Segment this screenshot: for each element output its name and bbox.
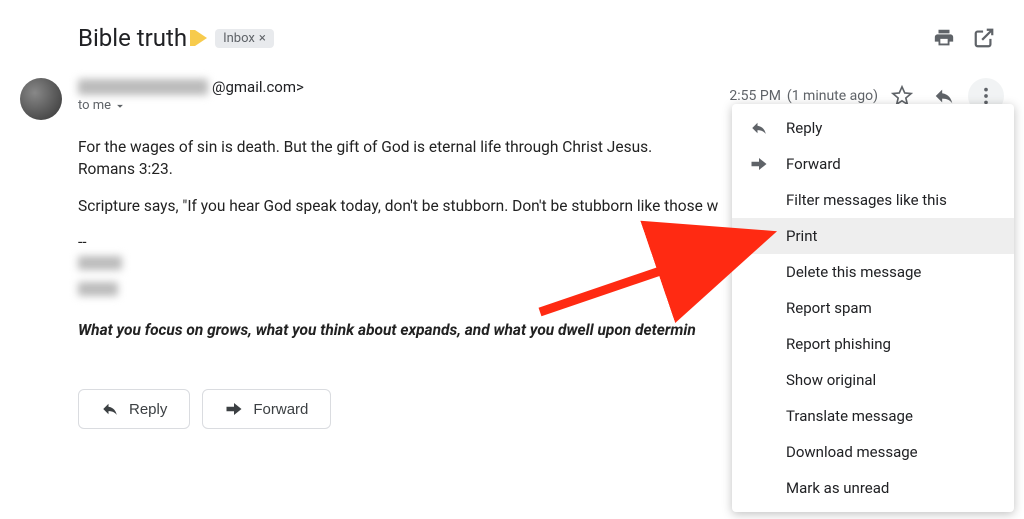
menu-item-filter[interactable]: Filter messages like this (732, 182, 1014, 218)
reply-button[interactable]: Reply (78, 389, 190, 429)
menu-item-phishing[interactable]: Report phishing (732, 326, 1014, 362)
subject: Bible truth (78, 24, 187, 52)
remove-label-icon[interactable]: × (259, 31, 266, 46)
label-text: Inbox (223, 31, 255, 46)
forward-button[interactable]: Forward (202, 389, 331, 429)
forward-arrow-icon (750, 155, 772, 173)
menu-item-label: Print (786, 227, 817, 245)
timestamp: 2:55 PM (729, 88, 781, 104)
body-line-2: Romans 3:23. (78, 160, 173, 178)
forward-arrow-icon (225, 400, 243, 418)
menu-item-label: Download message (786, 443, 918, 461)
avatar[interactable] (20, 78, 62, 120)
signature-line-2-redacted (78, 282, 118, 296)
message-header: Bible truth Inbox × (0, 0, 1024, 68)
menu-item-unread[interactable]: Mark as unread (732, 470, 1014, 506)
reply-icon (101, 400, 119, 418)
more-menu: Reply Forward Filter messages like this Pri… (732, 104, 1014, 512)
menu-item-reply[interactable]: Reply (732, 110, 1014, 146)
body-line-1: For the wages of sin is death. But the g… (78, 138, 652, 156)
importance-marker-icon[interactable] (195, 30, 207, 46)
menu-item-label: Mark as unread (786, 479, 889, 497)
menu-item-label: Forward (786, 155, 841, 173)
recipient-text: to me (78, 98, 111, 113)
menu-item-label: Filter messages like this (786, 191, 947, 209)
menu-item-label: Reply (786, 119, 822, 137)
menu-item-label: Delete this message (786, 263, 921, 281)
menu-item-print[interactable]: Print (732, 218, 1014, 254)
menu-item-translate[interactable]: Translate message (732, 398, 1014, 434)
reply-icon (750, 119, 772, 137)
menu-item-label: Report spam (786, 299, 872, 317)
menu-item-original[interactable]: Show original (732, 362, 1014, 398)
recipient-line[interactable]: to me (78, 98, 729, 113)
menu-item-delete[interactable]: Delete this message (732, 254, 1014, 290)
menu-item-label: Show original (786, 371, 876, 389)
menu-item-forward[interactable]: Forward (732, 146, 1014, 182)
sender-line[interactable]: @gmail.com> (78, 78, 729, 96)
forward-label: Forward (253, 401, 308, 418)
reply-label: Reply (129, 401, 167, 418)
open-new-window-icon[interactable] (964, 18, 1004, 58)
menu-item-download[interactable]: Download message (732, 434, 1014, 470)
age: (1 minute ago) (787, 88, 878, 104)
print-all-icon[interactable] (924, 18, 964, 58)
label-chip[interactable]: Inbox × (215, 29, 274, 48)
signature-line-1-redacted (78, 256, 122, 270)
menu-item-label: Report phishing (786, 335, 891, 353)
menu-item-spam[interactable]: Report spam (732, 290, 1014, 326)
sender-name-redacted (78, 79, 208, 95)
chevron-down-icon[interactable] (113, 99, 127, 113)
sender-email-suffix: @gmail.com> (212, 78, 304, 96)
menu-item-label: Translate message (786, 407, 913, 425)
